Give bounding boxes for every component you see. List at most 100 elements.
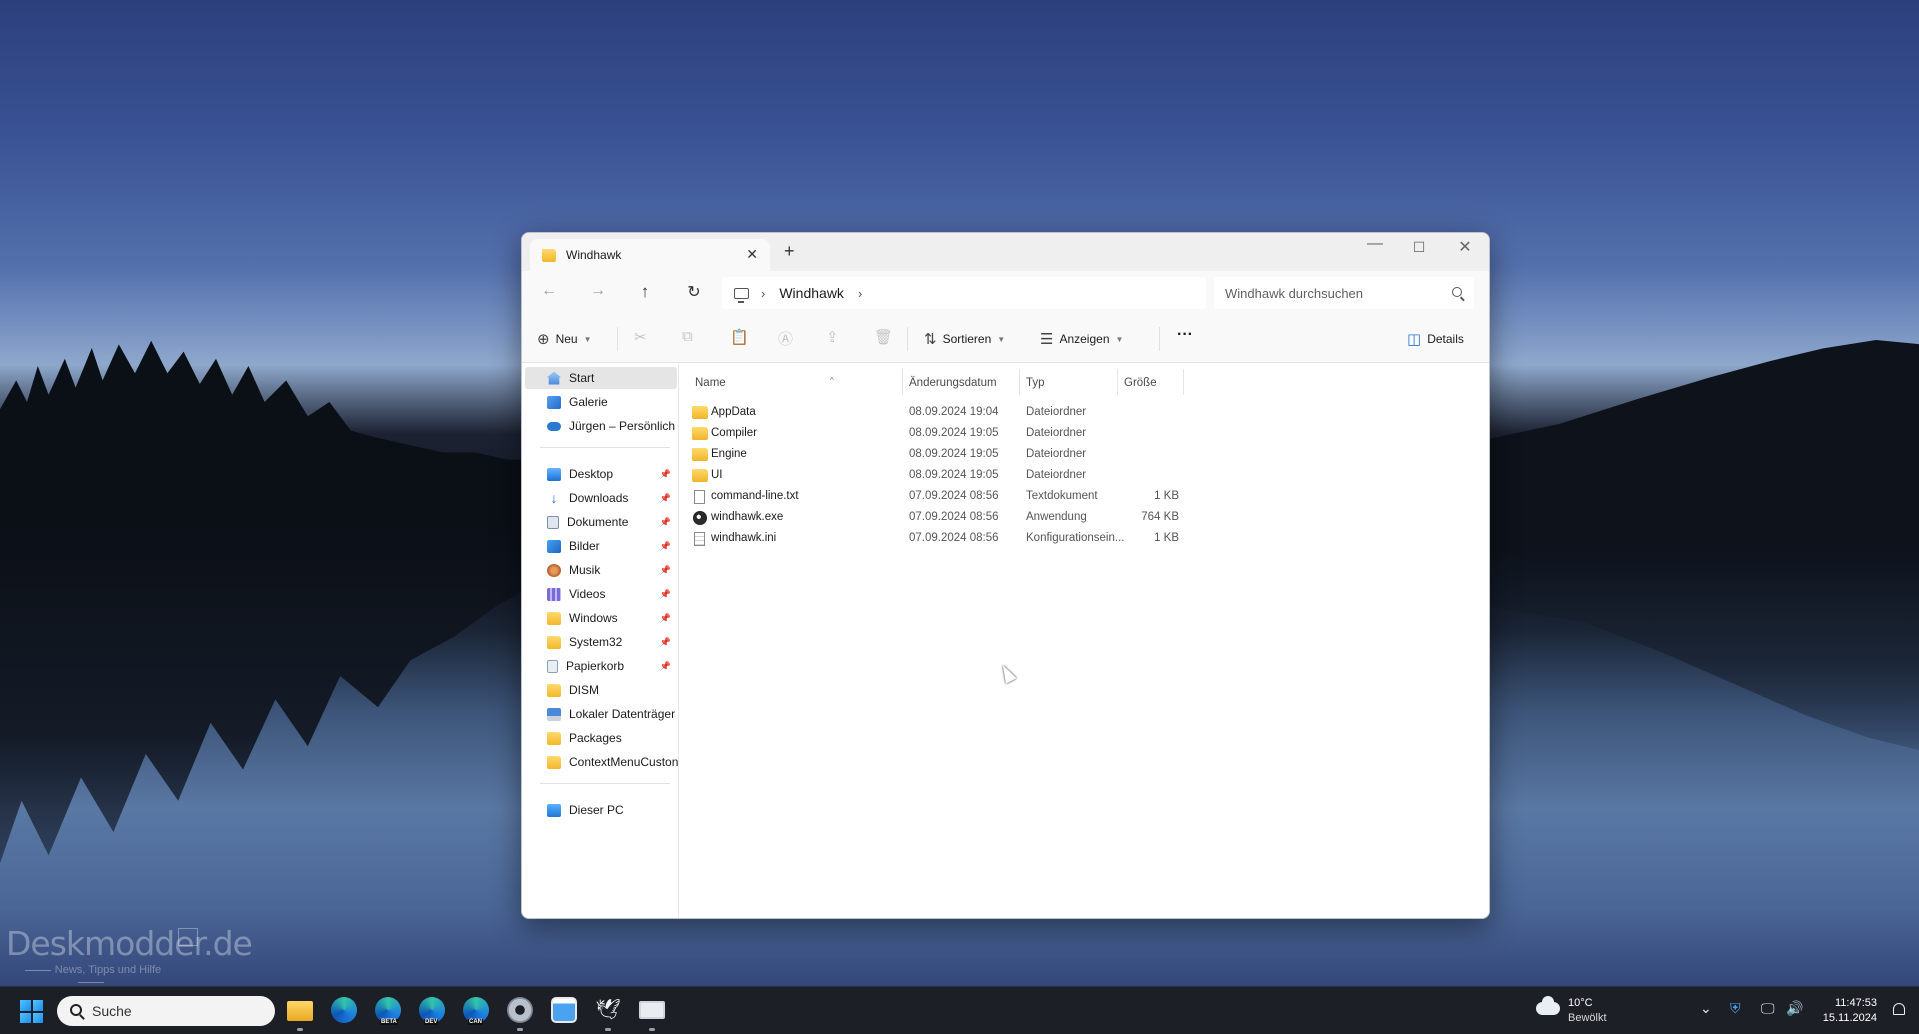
chevron-down-icon: ▼ (1115, 334, 1124, 344)
column-divider[interactable] (1117, 369, 1118, 395)
sidebar-item-this-pc[interactable]: Dieser PC (525, 799, 677, 821)
sidebar-item-gallery[interactable]: Galerie (525, 391, 677, 413)
paste-icon[interactable]: 📋 (730, 328, 749, 346)
notification-bell-icon[interactable] (1893, 1003, 1905, 1015)
sidebar-item-dism[interactable]: DISM (525, 679, 677, 701)
volume-icon[interactable]: 🔊 (1786, 1000, 1803, 1017)
cloud-icon[interactable] (1536, 996, 1560, 1015)
file-date: 07.09.2024 08:56 (909, 532, 999, 544)
edge-beta-taskbar-icon[interactable]: BETA (375, 997, 401, 1025)
computer-icon[interactable] (734, 287, 749, 303)
forward-arrow-icon[interactable]: → (588, 282, 608, 300)
details-button[interactable]: ◫ Details (1407, 330, 1464, 348)
file-explorer-taskbar-icon[interactable] (287, 1001, 313, 1021)
column-header-name[interactable]: Name ^ (695, 373, 834, 393)
remote-desktop-taskbar-icon[interactable] (639, 1001, 665, 1019)
sidebar-item-local-drive[interactable]: Lokaler Datenträger ( (525, 703, 678, 725)
column-divider[interactable] (1019, 369, 1020, 395)
running-indicator (297, 1028, 303, 1031)
weather-temperature[interactable]: 10°C (1568, 997, 1593, 1009)
sidebar-item-pictures[interactable]: Bilder 📌 (525, 535, 677, 557)
taskbar: Suche BETA DEV CAN 🕊 10°C Bewölkt ⌄ ⛨ 🖵 … (0, 986, 1919, 1034)
clock-date[interactable]: 15.11.2024 (1823, 1012, 1877, 1024)
sidebar-item-system32[interactable]: System32 📌 (525, 631, 677, 653)
column-divider[interactable] (902, 369, 903, 395)
file-row[interactable]: Engine 08.09.2024 19:05 Dateiordner (690, 445, 1390, 466)
file-type: Konfigurationsein... (1026, 532, 1125, 544)
search-icon[interactable] (1452, 287, 1462, 297)
file-row[interactable]: Compiler 08.09.2024 19:05 Dateiordner (690, 424, 1390, 445)
breadcrumb-windhawk[interactable]: Windhawk (779, 285, 844, 301)
copy-icon[interactable]: ⧉ (682, 328, 693, 345)
show-hidden-icons-chevron-icon[interactable]: ⌄ (1700, 1000, 1712, 1017)
cut-icon[interactable]: ✂ (634, 328, 647, 346)
sidebar-item-recycle-bin[interactable]: Papierkorb 📌 (525, 655, 677, 677)
pin-icon: 📌 (659, 564, 671, 575)
back-arrow-icon[interactable]: ← (539, 282, 559, 300)
defender-shield-icon[interactable]: ⛨ (1730, 1000, 1741, 1017)
search-placeholder: Windhawk durchsuchen (1225, 285, 1364, 301)
chevron-right-icon[interactable]: › (761, 286, 765, 301)
sidebar-item-videos[interactable]: Videos 📌 (525, 583, 677, 605)
network-icon[interactable]: 🖵 (1761, 1000, 1775, 1017)
refresh-icon[interactable]: ↻ (684, 282, 704, 302)
chevron-down-icon: ▼ (583, 334, 592, 344)
sidebar-item-windows[interactable]: Windows 📌 (525, 607, 677, 629)
settings-taskbar-icon[interactable] (507, 997, 533, 1023)
text-file-icon (694, 490, 705, 504)
file-type: Dateiordner (1026, 448, 1087, 460)
pin-icon: 📌 (659, 540, 671, 551)
rename-icon[interactable]: Ⓐ (778, 328, 793, 349)
search-input[interactable]: Windhawk durchsuchen (1214, 277, 1474, 309)
column-header-size[interactable]: Größe (1124, 373, 1157, 393)
tab-close-icon[interactable]: ✕ (746, 246, 758, 263)
folder-icon (547, 755, 561, 769)
file-row[interactable]: UI 08.09.2024 19:05 Dateiordner (690, 466, 1390, 487)
start-button[interactable] (20, 1000, 43, 1023)
file-row[interactable]: windhawk.ini 07.09.2024 08:56 Konfigurat… (690, 529, 1390, 550)
maximize-button[interactable]: ☐ (1409, 239, 1429, 256)
clock-time[interactable]: 11:47:53 (1835, 997, 1877, 1009)
title-bar[interactable]: Windhawk ✕ + — ☐ ✕ (522, 233, 1489, 271)
sidebar-item-packages[interactable]: Packages (525, 727, 677, 749)
sort-button[interactable]: ⇅ Sortieren ▼ (924, 330, 1005, 348)
file-name: windhawk.exe (711, 511, 784, 523)
sidebar-item-onedrive[interactable]: Jürgen – Persönlich (525, 415, 677, 437)
share-icon[interactable]: ⇪ (826, 328, 839, 346)
address-bar[interactable]: › Windhawk › (722, 277, 1206, 309)
minimize-button[interactable]: — (1365, 235, 1385, 253)
file-name: Compiler (711, 427, 758, 439)
column-header-date[interactable]: Änderungsdatum (909, 373, 997, 393)
chevron-right-icon[interactable]: › (858, 286, 862, 301)
windhawk-taskbar-icon[interactable]: 🕊 (595, 997, 621, 1023)
weather-description[interactable]: Bewölkt (1568, 1012, 1607, 1024)
sidebar-item-documents[interactable]: Dokumente 📌 (525, 511, 677, 533)
search-icon (70, 1004, 82, 1016)
new-button[interactable]: ⊕ Neu ▼ (537, 330, 592, 348)
sidebar-item-music[interactable]: Musik 📌 (525, 559, 677, 581)
windhawk-app-icon (693, 511, 707, 525)
column-divider[interactable] (1183, 369, 1184, 395)
file-date: 08.09.2024 19:05 (909, 427, 999, 439)
edge-canary-taskbar-icon[interactable]: CAN (463, 997, 489, 1025)
close-button[interactable]: ✕ (1455, 237, 1475, 257)
edge-dev-taskbar-icon[interactable]: DEV (419, 997, 445, 1025)
home-icon (547, 371, 561, 385)
new-tab-button[interactable]: + (784, 241, 795, 262)
store-taskbar-icon[interactable] (551, 997, 577, 1023)
delete-icon[interactable]: 🗑 (874, 328, 893, 346)
sidebar-item-start[interactable]: Start (525, 367, 677, 389)
view-button[interactable]: ☰ Anzeigen ▼ (1040, 330, 1123, 348)
file-row[interactable]: AppData 08.09.2024 19:04 Dateiordner (690, 403, 1390, 424)
up-arrow-icon[interactable]: ↑ (635, 282, 655, 302)
more-options-button[interactable]: ··· (1177, 326, 1193, 344)
taskbar-search[interactable]: Suche (57, 996, 275, 1026)
tab-windhawk[interactable]: Windhawk ✕ (530, 239, 770, 271)
file-row[interactable]: command-line.txt 07.09.2024 08:56 Textdo… (690, 487, 1390, 508)
sidebar-item-downloads[interactable]: ↓ Downloads 📌 (525, 487, 677, 509)
edge-taskbar-icon[interactable] (331, 997, 357, 1023)
column-header-type[interactable]: Typ (1026, 373, 1045, 393)
file-row[interactable]: windhawk.exe 07.09.2024 08:56 Anwendung … (690, 508, 1390, 529)
sidebar-item-desktop[interactable]: Desktop 📌 (525, 463, 677, 485)
sidebar-item-contextmenu[interactable]: ContextMenuCuston (525, 751, 678, 773)
